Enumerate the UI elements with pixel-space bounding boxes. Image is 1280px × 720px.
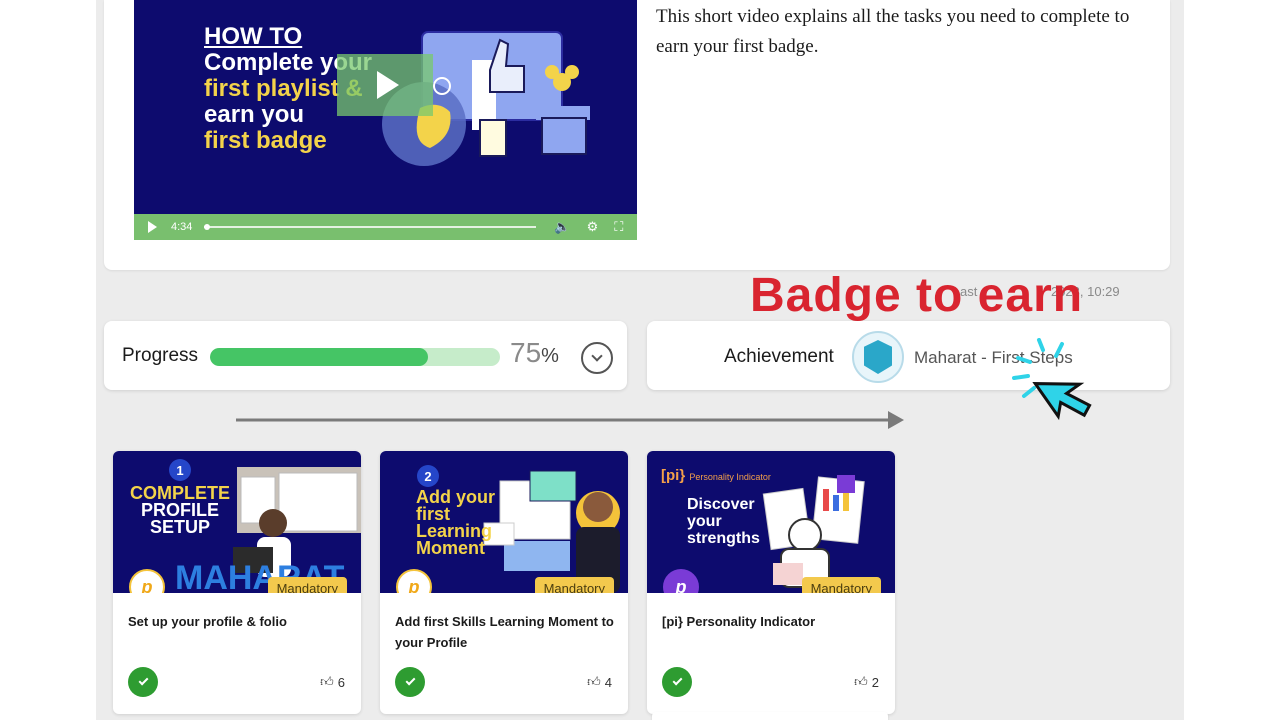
scroll-right-arrow-icon	[236, 411, 904, 429]
badge-shield-icon	[864, 340, 892, 374]
completed-check-icon	[662, 667, 692, 697]
fullscreen-icon[interactable]: ⛶	[614, 219, 623, 235]
chevron-down-icon	[591, 350, 603, 362]
play-icon[interactable]	[148, 221, 157, 233]
progress-percent-symbol: %	[541, 345, 559, 367]
thumbs-up-icon: 👍︎	[320, 674, 334, 689]
thumbs-up-icon: 👍︎	[587, 674, 601, 689]
thumb-line: SETUP	[149, 517, 210, 537]
video-title-line: HOW TO	[204, 23, 303, 50]
like-button[interactable]: 👍︎ 2	[854, 674, 879, 690]
task-thumbnail-text: COMPLETE PROFILE SETUP	[127, 484, 233, 537]
pi-brand: [pi} Personality Indicator	[661, 467, 771, 486]
task-thumbnail: 2 Add your first Learning Moment Mandato…	[380, 451, 628, 593]
pointer-cursor-icon	[1012, 338, 1092, 421]
task-thumbnail: 1 COMPLETE PROFILE SETUP MAHARAT Mandato…	[113, 451, 361, 593]
like-count: 4	[604, 674, 612, 690]
progress-percent-number: 75	[510, 337, 542, 368]
task-number-badge: 2	[417, 465, 439, 487]
mandatory-badge: Mandatory	[534, 577, 614, 593]
progress-card: Progress 75%	[104, 321, 627, 390]
scrubber-handle[interactable]	[204, 224, 211, 230]
task-number-badge: 1	[169, 459, 191, 481]
task-thumbnail: [pi} Personality Indicator Discover your…	[647, 451, 895, 593]
volume-icon[interactable]: 🔈	[554, 219, 570, 235]
mandatory-badge: Mandatory	[801, 577, 881, 593]
video-description: This short video explains all the tasks …	[656, 6, 1130, 57]
completed-check-icon	[395, 667, 425, 697]
like-count: 2	[871, 674, 879, 690]
like-button[interactable]: 👍︎ 6	[320, 674, 345, 690]
video-scrubber[interactable]	[204, 224, 537, 230]
video-player[interactable]: HOW TO Complete your first playlist & ea…	[134, 0, 637, 240]
pi-brand-mark: [pi}	[661, 467, 686, 484]
mandatory-badge: Mandatory	[267, 577, 347, 593]
progress-bar	[210, 348, 500, 366]
thumbs-up-icon: 👍︎	[854, 674, 868, 689]
thumb-line: strengths	[687, 530, 760, 547]
video-time: 4:34	[171, 221, 193, 233]
settings-gear-icon[interactable]: ⚙	[587, 219, 599, 235]
expand-button[interactable]	[581, 342, 613, 374]
task-card[interactable]: 1 COMPLETE PROFILE SETUP MAHARAT Mandato…	[113, 451, 361, 714]
progress-bar-fill	[210, 348, 428, 366]
thumb-line: Moment	[416, 538, 485, 558]
task-title: Add first Skills Learning Moment to your…	[395, 614, 614, 650]
progress-percent: 75%	[510, 337, 559, 369]
task-card[interactable]: 2 Add your first Learning Moment Mandato…	[380, 451, 628, 714]
achievement-label: Achievement	[724, 346, 834, 367]
pi-brand-subtitle: Personality Indicator	[689, 472, 771, 482]
play-icon	[377, 71, 399, 99]
task-thumbnail-text: Discover your strengths	[687, 496, 760, 547]
video-title-line: first badge	[204, 127, 327, 154]
task-card[interactable]: [pi} Personality Indicator Discover your…	[647, 451, 895, 714]
progress-label: Progress	[122, 345, 199, 366]
task-title: Set up your profile & folio	[128, 614, 287, 629]
play-button[interactable]	[337, 54, 433, 116]
badge-icon	[852, 331, 904, 383]
like-count: 6	[337, 674, 345, 690]
like-button[interactable]: 👍︎ 4	[587, 674, 612, 690]
next-card-edge	[652, 712, 888, 720]
completed-check-icon	[128, 667, 158, 697]
thumb-line: your	[687, 513, 722, 530]
task-title: [pi} Personality Indicator	[662, 614, 816, 629]
thumb-line: Discover	[687, 496, 755, 513]
task-thumbnail-text: Add your first Learning Moment	[416, 488, 495, 558]
badge-callout: Badge to earn	[750, 269, 1084, 322]
video-controls: 4:34 🔈 ⚙ ⛶	[134, 214, 637, 240]
